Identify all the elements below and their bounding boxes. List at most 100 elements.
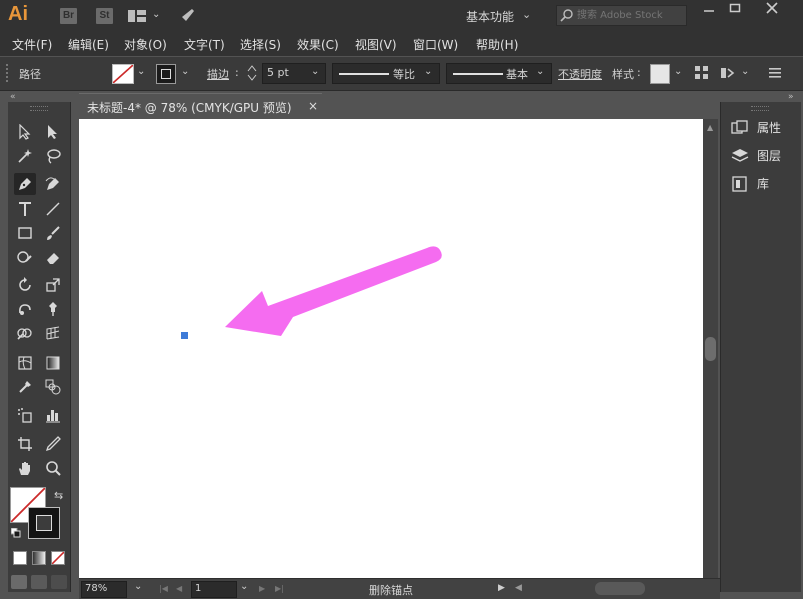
perspective-grid-tool-icon[interactable] [42, 322, 64, 344]
rocket-icon[interactable] [178, 7, 196, 28]
direct-selection-tool-icon[interactable] [42, 121, 64, 143]
zoom-chevron-icon[interactable]: ⌄ [134, 581, 142, 592]
eyedropper-tool-icon[interactable] [14, 376, 36, 398]
draw-normal-icon[interactable] [11, 575, 27, 589]
collapse-right-icon[interactable]: » [788, 92, 794, 102]
tools-panel-grip[interactable] [30, 106, 48, 111]
opacity-label[interactable]: 不透明度 [558, 66, 602, 82]
next-artboard-icon[interactable]: ▶ [259, 584, 265, 593]
right-panel-grip[interactable] [751, 106, 769, 111]
vertical-scrollbar[interactable]: ▲ [703, 119, 718, 578]
magic-wand-tool-icon[interactable] [14, 145, 36, 167]
style-chevron-icon[interactable]: ⌄ [674, 66, 682, 77]
symbol-sprayer-tool-icon[interactable] [14, 404, 36, 426]
draw-behind-icon[interactable] [31, 575, 47, 589]
slice-tool-icon[interactable] [42, 433, 64, 455]
menu-window[interactable]: 窗口(W) [413, 36, 458, 53]
stock-search[interactable] [556, 5, 687, 26]
color-mode-button[interactable] [13, 551, 27, 565]
first-artboard-icon[interactable]: |◀ [159, 584, 168, 593]
horizontal-scrollbar-thumb[interactable] [595, 582, 645, 595]
transform-icon[interactable] [720, 65, 736, 84]
status-menu-arrow-icon[interactable]: ▶ [498, 583, 505, 593]
shaper-tool-icon[interactable] [14, 246, 36, 268]
eraser-tool-icon[interactable] [42, 246, 64, 268]
maximize-button[interactable] [720, 2, 750, 20]
menu-type[interactable]: 文字(T) [184, 36, 225, 53]
chevron-down-icon[interactable]: ⌄ [152, 9, 160, 20]
prev-artboard-icon[interactable]: ◀ [176, 584, 182, 593]
menu-edit[interactable]: 编辑(E) [68, 36, 109, 53]
stroke-weight-field[interactable]: 5 pt ⌄ [262, 63, 326, 84]
brush-chevron-icon[interactable]: ⌄ [536, 66, 544, 77]
zoom-tool-icon[interactable] [42, 457, 64, 479]
curvature-tool-icon[interactable] [42, 173, 64, 195]
close-window-button[interactable] [757, 2, 787, 20]
stroke-label[interactable]: 描边 [207, 66, 229, 82]
properties-panel-button[interactable]: 属性 [731, 119, 781, 136]
align-grid-icon[interactable] [695, 66, 709, 83]
stroke-swatch[interactable] [156, 64, 176, 84]
column-graph-tool-icon[interactable] [42, 404, 64, 426]
selection-tool-icon[interactable] [14, 121, 36, 143]
fill-swatch[interactable] [112, 64, 134, 84]
artboard-field[interactable]: 1 [191, 581, 237, 598]
shape-builder-tool-icon[interactable] [14, 322, 36, 344]
style-swatch[interactable] [650, 64, 670, 84]
layout-icon[interactable] [128, 9, 146, 26]
type-tool-icon[interactable] [14, 198, 36, 220]
stroke-chevron-icon[interactable]: ⌄ [181, 66, 189, 77]
menu-file[interactable]: 文件(F) [12, 36, 52, 53]
last-artboard-icon[interactable]: ▶| [275, 584, 284, 593]
lasso-tool-icon[interactable] [42, 145, 64, 167]
scroll-up-icon[interactable]: ▲ [707, 123, 713, 132]
paintbrush-tool-icon[interactable] [42, 222, 64, 244]
stroke-stepper-icon[interactable] [246, 64, 258, 85]
menu-view[interactable]: 视图(V) [355, 36, 397, 53]
scrollbar-thumb[interactable] [705, 337, 716, 361]
none-mode-button[interactable] [51, 551, 65, 565]
workspace-switcher[interactable]: 基本功能 [466, 8, 514, 25]
stroke-weight-chevron-icon[interactable]: ⌄ [311, 66, 319, 77]
mesh-tool-icon[interactable] [14, 352, 36, 374]
layers-panel-button[interactable]: 图层 [731, 147, 781, 164]
puppet-warp-tool-icon[interactable] [42, 298, 64, 320]
variable-width-profile[interactable]: 等比 ⌄ [332, 63, 440, 84]
brush-definition[interactable]: 基本 ⌄ [446, 63, 552, 84]
scale-tool-icon[interactable] [42, 274, 64, 296]
rectangle-tool-icon[interactable] [14, 222, 36, 244]
collapse-left-icon[interactable]: « [10, 92, 16, 102]
transform-chevron-icon[interactable]: ⌄ [741, 66, 749, 77]
stroke-color-swatch[interactable] [28, 507, 60, 539]
hscroll-left-icon[interactable]: ◀ [515, 583, 522, 593]
pen-tool-icon[interactable] [14, 173, 36, 195]
panel-menu-icon[interactable] [769, 67, 781, 82]
search-input[interactable] [577, 6, 682, 25]
libraries-panel-button[interactable]: 库 [731, 175, 769, 192]
menu-effect[interactable]: 效果(C) [297, 36, 339, 53]
swap-fill-stroke-icon[interactable]: ⇆ [54, 489, 63, 502]
close-tab-icon[interactable]: × [308, 99, 318, 113]
gradient-mode-button[interactable] [32, 551, 46, 565]
gradient-tool-icon[interactable] [42, 352, 64, 374]
blend-tool-icon[interactable] [42, 376, 64, 398]
bridge-button[interactable]: Br [60, 8, 77, 24]
hand-tool-icon[interactable] [14, 457, 36, 479]
document-tab[interactable]: 未标题-4* @ 78% (CMYK/GPU 预览) × [79, 93, 322, 119]
workspace-chevron-icon[interactable]: ⌄ [522, 8, 531, 21]
fill-chevron-icon[interactable]: ⌄ [137, 66, 145, 77]
artboard-tool-icon[interactable] [14, 433, 36, 455]
grip-handle[interactable] [6, 64, 10, 85]
artboard-chevron-icon[interactable]: ⌄ [240, 581, 248, 592]
zoom-field[interactable]: 78% [81, 581, 127, 598]
menu-help[interactable]: 帮助(H) [476, 36, 518, 53]
line-segment-tool-icon[interactable] [42, 198, 64, 220]
artboard-canvas[interactable] [79, 119, 703, 578]
rotate-tool-icon[interactable] [14, 274, 36, 296]
menu-select[interactable]: 选择(S) [240, 36, 281, 53]
menu-object[interactable]: 对象(O) [124, 36, 167, 53]
warp-tool-icon[interactable] [14, 298, 36, 320]
profile-chevron-icon[interactable]: ⌄ [424, 66, 432, 77]
draw-inside-icon[interactable] [51, 575, 67, 589]
default-colors-icon[interactable] [10, 527, 21, 541]
